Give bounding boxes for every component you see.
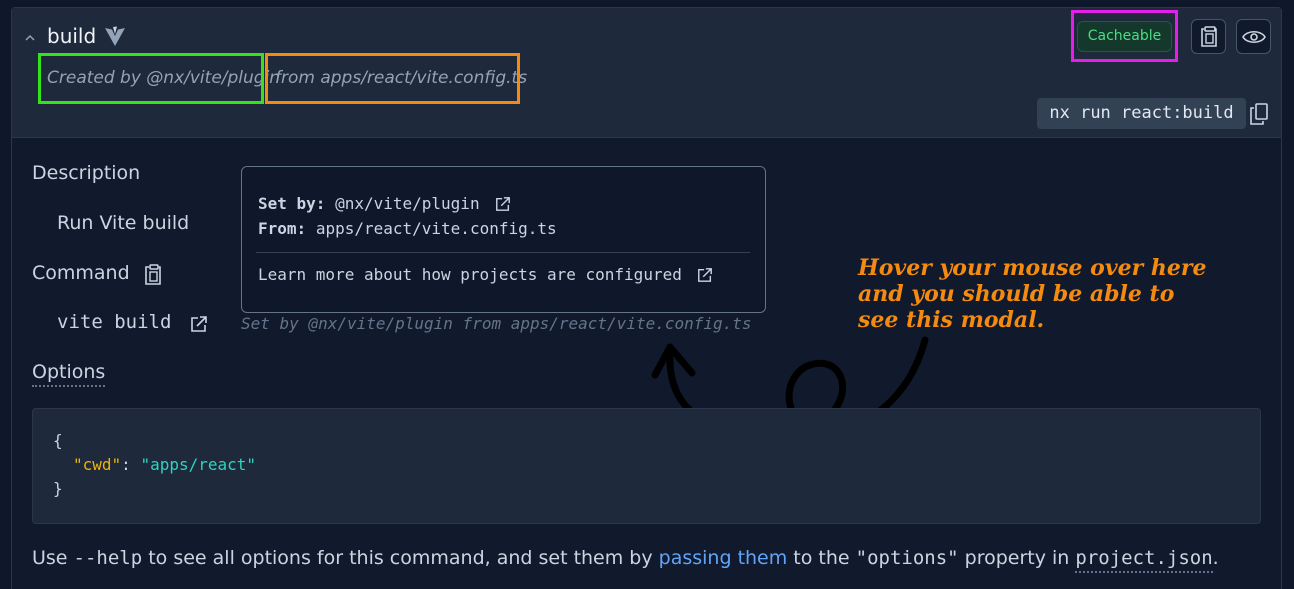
vite-logo-icon	[105, 26, 125, 46]
tooltip-set-by-value: @nx/vite/plugin	[335, 194, 480, 213]
copy-command-icon[interactable]	[1249, 103, 1269, 125]
help-text-middle: to see all options for this command, and…	[142, 547, 659, 569]
help-flag: --help	[73, 547, 143, 569]
options-label[interactable]: Options	[32, 361, 106, 387]
project-json-link[interactable]: project.json	[1075, 547, 1213, 573]
chevron-up-icon[interactable]	[22, 30, 38, 46]
external-link-icon[interactable]	[190, 315, 208, 333]
code-colon: :	[121, 455, 141, 474]
set-by-line: Set by @nx/vite/plugin from apps/react/v…	[241, 314, 752, 333]
eye-icon	[1241, 30, 1266, 43]
tooltip-learn-more-link[interactable]: Learn more about how projects are config…	[258, 265, 682, 284]
highlight-box-from-config	[265, 53, 520, 104]
copy-button[interactable]	[1191, 19, 1226, 54]
help-text-period: .	[1212, 547, 1219, 569]
command-value: vite build	[57, 311, 172, 333]
description-value: Run Vite build	[57, 212, 190, 234]
target-title: build	[47, 24, 97, 48]
help-text-property-in: property in	[958, 547, 1076, 569]
options-code-block: { "cwd": "apps/react" }	[32, 408, 1261, 524]
help-text-to-the: to the	[787, 547, 856, 569]
highlight-box-cacheable	[1071, 10, 1178, 62]
tooltip-from-key: From:	[258, 219, 307, 238]
run-command-pill[interactable]: nx run react:build	[1037, 98, 1246, 129]
code-close-brace: }	[53, 479, 63, 498]
code-value: "apps/react"	[140, 455, 257, 474]
tooltip-divider	[256, 252, 750, 253]
description-label: Description	[32, 162, 141, 184]
tooltip-from-value: apps/react/vite.config.ts	[315, 219, 557, 238]
annotation-line-2: and you should be able to	[858, 281, 1175, 307]
command-label: Command	[32, 262, 130, 284]
clipboard-icon	[1200, 25, 1217, 47]
annotation-line-1: Hover your mouse over here	[858, 255, 1207, 281]
highlight-box-created-by	[38, 53, 264, 104]
help-text: Use --help to see all options for this c…	[32, 547, 1219, 573]
help-options-word: "options"	[855, 547, 959, 569]
passing-them-link[interactable]: passing them	[659, 547, 788, 569]
annotation-line-3: see this modal.	[858, 307, 1045, 333]
code-key: "cwd"	[73, 455, 122, 474]
annotation-text: Hover your mouse over here and you shoul…	[858, 255, 1268, 333]
code-open-brace: {	[53, 431, 63, 450]
source-info-tooltip: Set by: @nx/vite/plugin From: apps/react…	[241, 166, 766, 313]
copy-command-label-icon[interactable]	[144, 264, 164, 286]
external-link-icon[interactable]	[495, 196, 511, 212]
tooltip-set-by-key: Set by:	[258, 194, 326, 213]
external-link-icon[interactable]	[697, 267, 713, 283]
view-button[interactable]	[1236, 19, 1271, 54]
help-text-use: Use	[32, 547, 74, 569]
